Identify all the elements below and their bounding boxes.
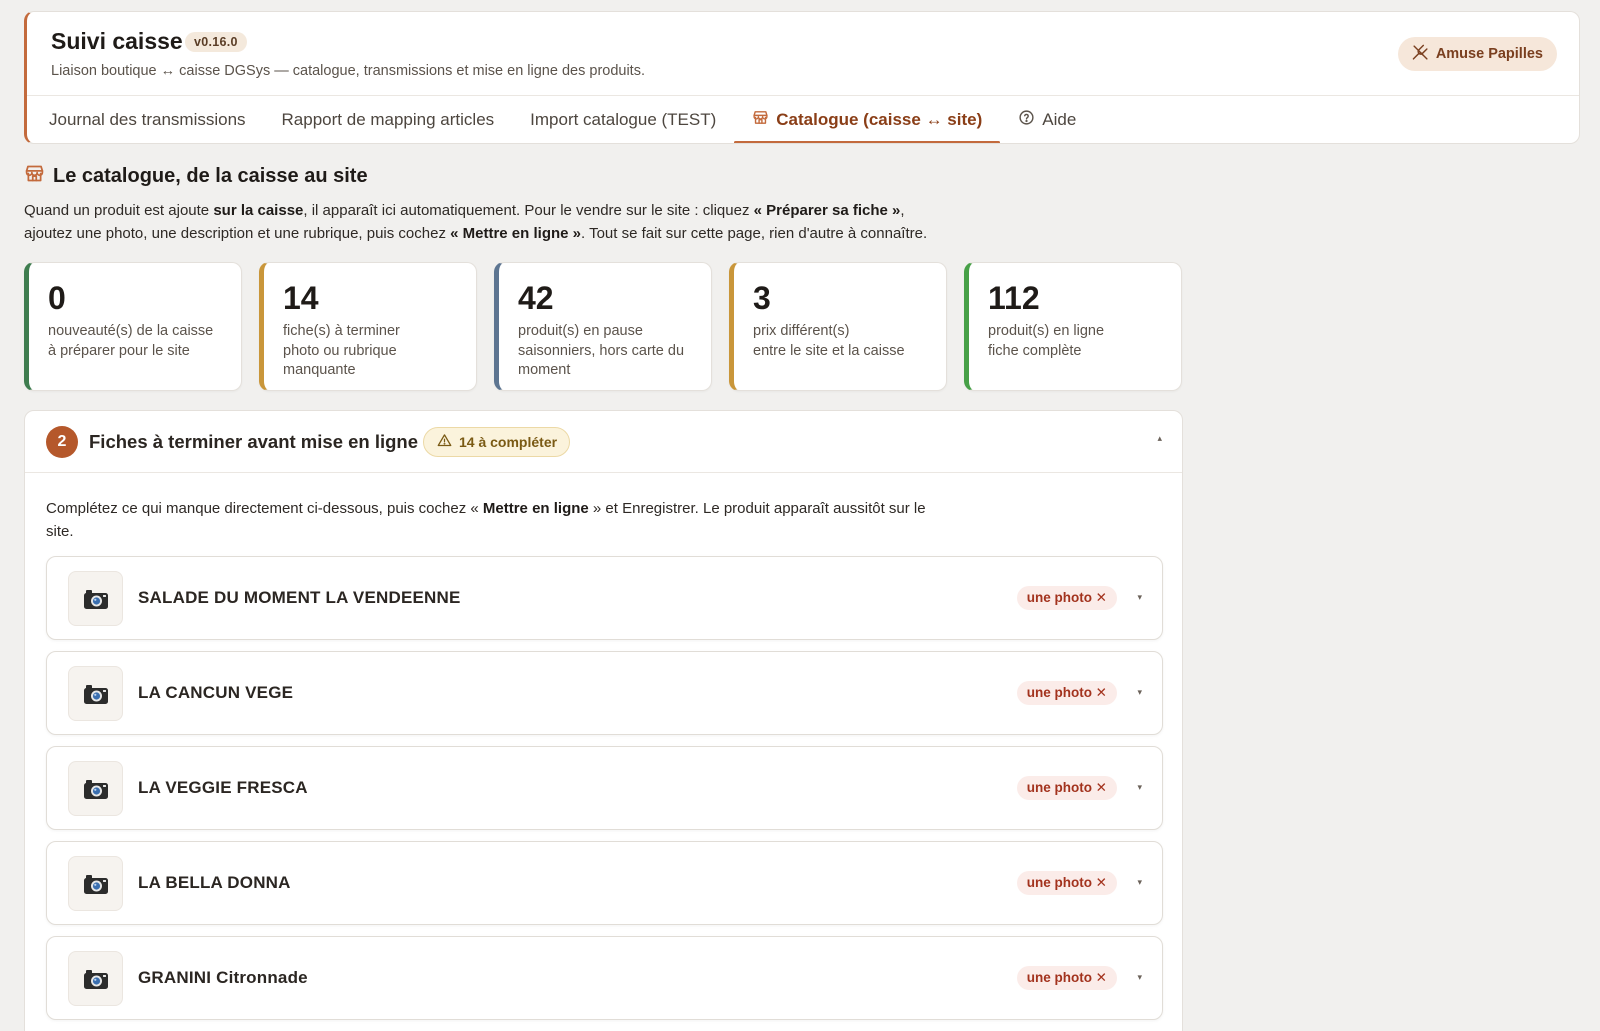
stat-value: 3 — [753, 280, 771, 316]
tab-rapport-mapping[interactable]: Rapport de mapping articles — [264, 96, 513, 143]
product-row[interactable]: LA BELLA DONNA une photo ✕ ▾ — [46, 841, 1163, 925]
stat-value: 0 — [48, 280, 66, 316]
stat-sub: photo ou rubrique manquante — [283, 342, 397, 379]
utensils-crossed-icon — [1412, 44, 1429, 65]
missing-photo-badge: une photo ✕ — [1016, 681, 1117, 705]
fiches-panel: 2 Fiches à terminer avant mise en ligne … — [24, 410, 1183, 1031]
product-name: LA CANCUN VEGE — [138, 683, 294, 702]
stat-label: prix différent(s) — [753, 323, 850, 339]
stat-card-en-pause[interactable]: 42 produit(s) en pause saisonniers, hors… — [494, 262, 712, 391]
tab-label: Catalogue (caisse ↔ site) — [776, 110, 983, 129]
stat-sub: entre le site et la caisse — [753, 342, 905, 359]
chevron-down-icon[interactable]: ▾ — [1137, 782, 1142, 793]
chevron-down-icon[interactable]: ▾ — [1137, 687, 1142, 698]
chevron-down-icon[interactable]: ▾ — [1137, 592, 1142, 603]
product-name: LA VEGGIE FRESCA — [138, 778, 308, 797]
panel-header[interactable]: 2 Fiches à terminer avant mise en ligne … — [25, 411, 1182, 473]
tab-journal-transmissions[interactable]: Journal des transmissions — [31, 96, 264, 143]
stat-card-prix-differents[interactable]: 3 prix différent(s) entre le site et la … — [729, 262, 947, 391]
camera-icon[interactable] — [68, 856, 123, 911]
stat-sub: à préparer pour le site — [48, 342, 190, 359]
panel-description: Complétez ce qui manque directement ci-d… — [46, 500, 926, 540]
product-list: SALADE DU MOMENT LA VENDEENNE une photo … — [46, 556, 1163, 1031]
store-icon — [752, 109, 769, 131]
product-row[interactable]: LA CANCUN VEGE une photo ✕ ▾ — [46, 651, 1163, 735]
panel-title: Fiches à terminer avant mise en ligne — [89, 431, 419, 452]
chevron-down-icon[interactable]: ▾ — [1137, 972, 1142, 983]
section-title: Le catalogue, de la caisse au site — [53, 165, 368, 187]
tab-bar: Journal des transmissions Rapport de map… — [27, 96, 1579, 143]
missing-photo-badge: une photo ✕ — [1016, 586, 1117, 610]
tab-aide[interactable]: Aide — [1000, 96, 1094, 143]
missing-photo-badge: une photo ✕ — [1016, 871, 1117, 895]
stat-value: 112 — [988, 280, 1040, 316]
help-circle-icon — [1018, 109, 1035, 131]
stat-card-nouveautes[interactable]: 0 nouveauté(s) de la caisse à préparer p… — [24, 262, 242, 391]
stat-sub: fiche complète — [988, 342, 1082, 359]
camera-icon[interactable] — [68, 951, 123, 1006]
stat-sub: saisonniers, hors carte du moment — [518, 342, 685, 379]
product-name: SALADE DU MOMENT LA VENDEENNE — [138, 588, 461, 607]
product-row[interactable]: GRANINI Citronnade une photo ✕ ▾ — [46, 936, 1163, 1020]
step-number: 2 — [46, 426, 78, 458]
section-heading: Le catalogue, de la caisse au site — [24, 163, 368, 190]
stats-row: 0 nouveauté(s) de la caisse à préparer p… — [24, 262, 1182, 391]
collapse-toggle[interactable]: ▴ — [1157, 433, 1162, 444]
camera-icon[interactable] — [68, 571, 123, 626]
stat-label: nouveauté(s) de la caisse — [48, 323, 214, 339]
store-icon — [24, 163, 45, 190]
stat-value: 42 — [518, 280, 554, 316]
product-row[interactable]: LA VEGGIE FRESCA une photo ✕ ▾ — [46, 746, 1163, 830]
version-badge: v0.16.0 — [185, 32, 247, 52]
missing-photo-badge: une photo ✕ — [1016, 966, 1117, 990]
tab-label: Aide — [1042, 110, 1077, 129]
shop-label: Amuse Papilles — [1435, 46, 1543, 62]
stat-card-en-ligne[interactable]: 112 produit(s) en ligne fiche complète — [964, 262, 1182, 391]
stat-label: produit(s) en pause — [518, 323, 643, 339]
stat-label: produit(s) en ligne — [988, 323, 1105, 339]
todo-badge: 14 à compléter — [423, 427, 571, 457]
app-header: Suivi caisse v0.16.0 Liaison boutique ↔ … — [24, 11, 1580, 144]
shop-button[interactable]: Amuse Papilles — [1397, 37, 1557, 71]
tab-catalogue[interactable]: Catalogue (caisse ↔ site) — [734, 96, 1001, 143]
tab-label: Journal des transmissions — [49, 110, 246, 129]
camera-icon[interactable] — [68, 666, 123, 721]
header-top: Suivi caisse v0.16.0 Liaison boutique ↔ … — [27, 12, 1579, 96]
product-name: LA BELLA DONNA — [138, 873, 291, 892]
chevron-down-icon[interactable]: ▾ — [1137, 877, 1142, 888]
product-row[interactable]: SALADE DU MOMENT LA VENDEENNE une photo … — [46, 556, 1163, 640]
tab-import-catalogue[interactable]: Import catalogue (TEST) — [512, 96, 734, 143]
todo-badge-label: 14 à compléter — [459, 434, 558, 450]
product-name: GRANINI Citronnade — [138, 968, 308, 987]
section-intro: Quand un produit est ajoute sur la caiss… — [24, 202, 928, 242]
missing-photo-badge: une photo ✕ — [1016, 776, 1117, 800]
stat-label: fiche(s) à terminer — [283, 323, 400, 339]
camera-icon[interactable] — [68, 761, 123, 816]
stat-value: 14 — [283, 280, 319, 316]
tab-label: Import catalogue (TEST) — [530, 110, 717, 129]
app-title: Suivi caisse — [51, 28, 183, 54]
tab-label: Rapport de mapping articles — [281, 110, 495, 129]
warning-triangle-icon — [437, 433, 452, 451]
app-subtitle: Liaison boutique ↔ caisse DGSys — catalo… — [51, 63, 645, 79]
stat-card-fiches-a-terminer[interactable]: 14 fiche(s) à terminer photo ou rubrique… — [259, 262, 477, 391]
